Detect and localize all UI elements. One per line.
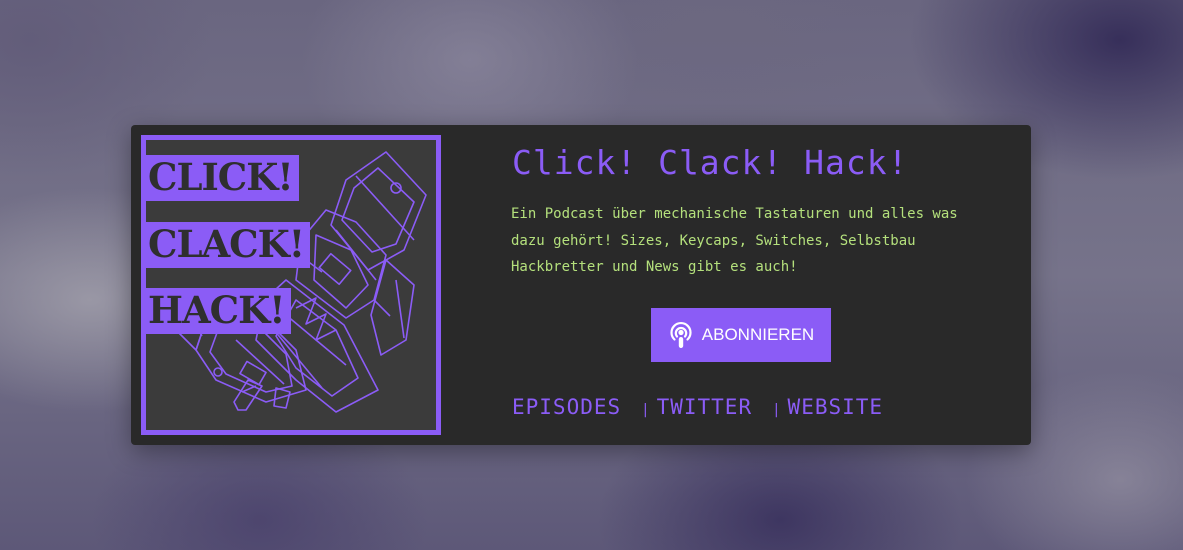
cover-word-click: CLICK! (146, 155, 299, 201)
subscribe-button[interactable]: ABONNIEREN (651, 308, 831, 362)
website-link[interactable]: WEBSITE (788, 395, 884, 419)
podcast-cover-art: CLICK! CLACK! HACK! (141, 135, 441, 435)
cover-word-hack: HACK! (146, 288, 291, 334)
link-separator: | (772, 402, 781, 418)
subscribe-button-label: ABONNIEREN (701, 325, 815, 344)
podcast-links: EPISODES | TWITTER | WEBSITE (512, 395, 883, 419)
podcast-icon (668, 320, 694, 350)
podcast-card: CLICK! CLACK! HACK! Click! Clack! Hack! … (131, 125, 1031, 445)
twitter-link[interactable]: TWITTER (657, 395, 753, 419)
podcast-description: Ein Podcast über mechanische Tastaturen … (511, 206, 958, 275)
cover-word-clack: CLACK! (146, 222, 311, 268)
podcast-title: Click! Clack! Hack! (512, 143, 909, 182)
link-separator: | (641, 402, 650, 418)
episodes-link[interactable]: EPISODES (512, 395, 621, 419)
